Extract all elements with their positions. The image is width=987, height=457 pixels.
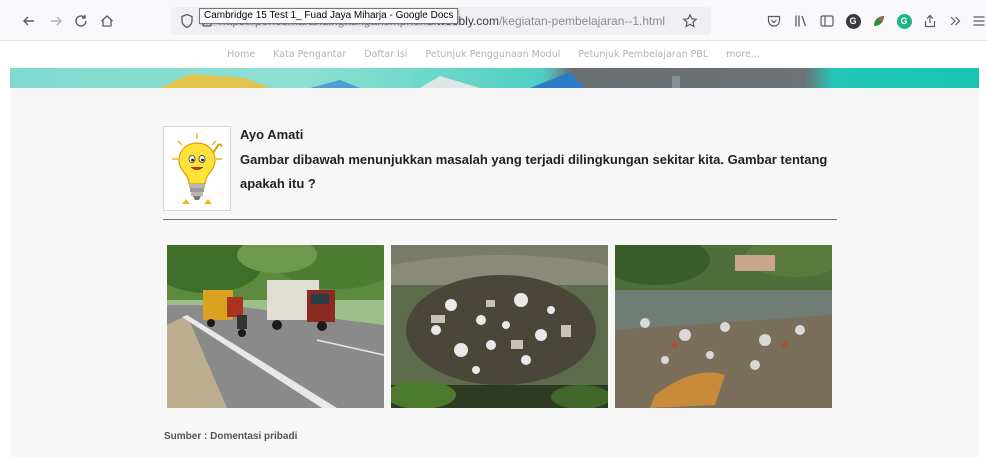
nav-daftar-isi[interactable]: Daftar Isi <box>355 42 416 68</box>
header-banner-image <box>10 68 979 88</box>
menu-hamburger-icon[interactable] <box>970 12 987 30</box>
share-icon[interactable] <box>921 12 939 30</box>
site-nav: Home Kata Pengantar Daftar Isi Petunjuk … <box>0 42 987 68</box>
home-icon[interactable] <box>96 10 118 32</box>
sidebar-icon[interactable] <box>818 12 836 30</box>
image-source-caption: Sumber : Domentasi pribadi <box>164 431 298 442</box>
nav-petunjuk-pembelajaran-pbl[interactable]: Petunjuk Pembelajaran PBL <box>569 42 717 68</box>
photo-trash-pile <box>391 245 608 408</box>
overflow-chevron-icon[interactable] <box>946 12 964 30</box>
section-heading: Ayo Amati <box>240 127 304 142</box>
library-icon[interactable] <box>792 12 810 30</box>
nav-petunjuk-penggunaan-modul[interactable]: Petunjuk Penggunaan Modul <box>416 42 569 68</box>
nav-kata-pengantar[interactable]: Kata Pengantar <box>264 42 355 68</box>
tab-tooltip: Cambridge 15 Test 1_ Fuad Jaya Miharja -… <box>199 8 459 24</box>
extension-grammarly-icon[interactable]: G <box>895 12 913 30</box>
extension-dark-icon[interactable]: G <box>844 12 862 30</box>
pocket-icon[interactable] <box>765 12 783 30</box>
photo-road-traffic <box>167 245 384 408</box>
tracking-shield-icon[interactable] <box>179 13 195 29</box>
url-path: /kegiatan-pembelajaran--1.html <box>498 14 666 28</box>
extension-leaf-icon[interactable] <box>870 12 888 30</box>
reload-icon[interactable] <box>70 10 92 32</box>
nav-home[interactable]: Home <box>218 42 264 68</box>
browser-toolbar: https://pencemarandingkungansmpnon1.weeb… <box>0 0 987 41</box>
idea-bulb-image <box>163 126 231 211</box>
forward-arrow-icon[interactable] <box>45 10 67 32</box>
bookmark-star-icon[interactable] <box>682 13 698 29</box>
back-arrow-icon[interactable] <box>18 10 40 32</box>
nav-more[interactable]: more... <box>717 42 769 68</box>
question-text: Gambar dibawah menunjukkan masalah yang … <box>240 152 828 191</box>
photo-polluted-river <box>615 245 832 408</box>
divider <box>163 219 837 220</box>
